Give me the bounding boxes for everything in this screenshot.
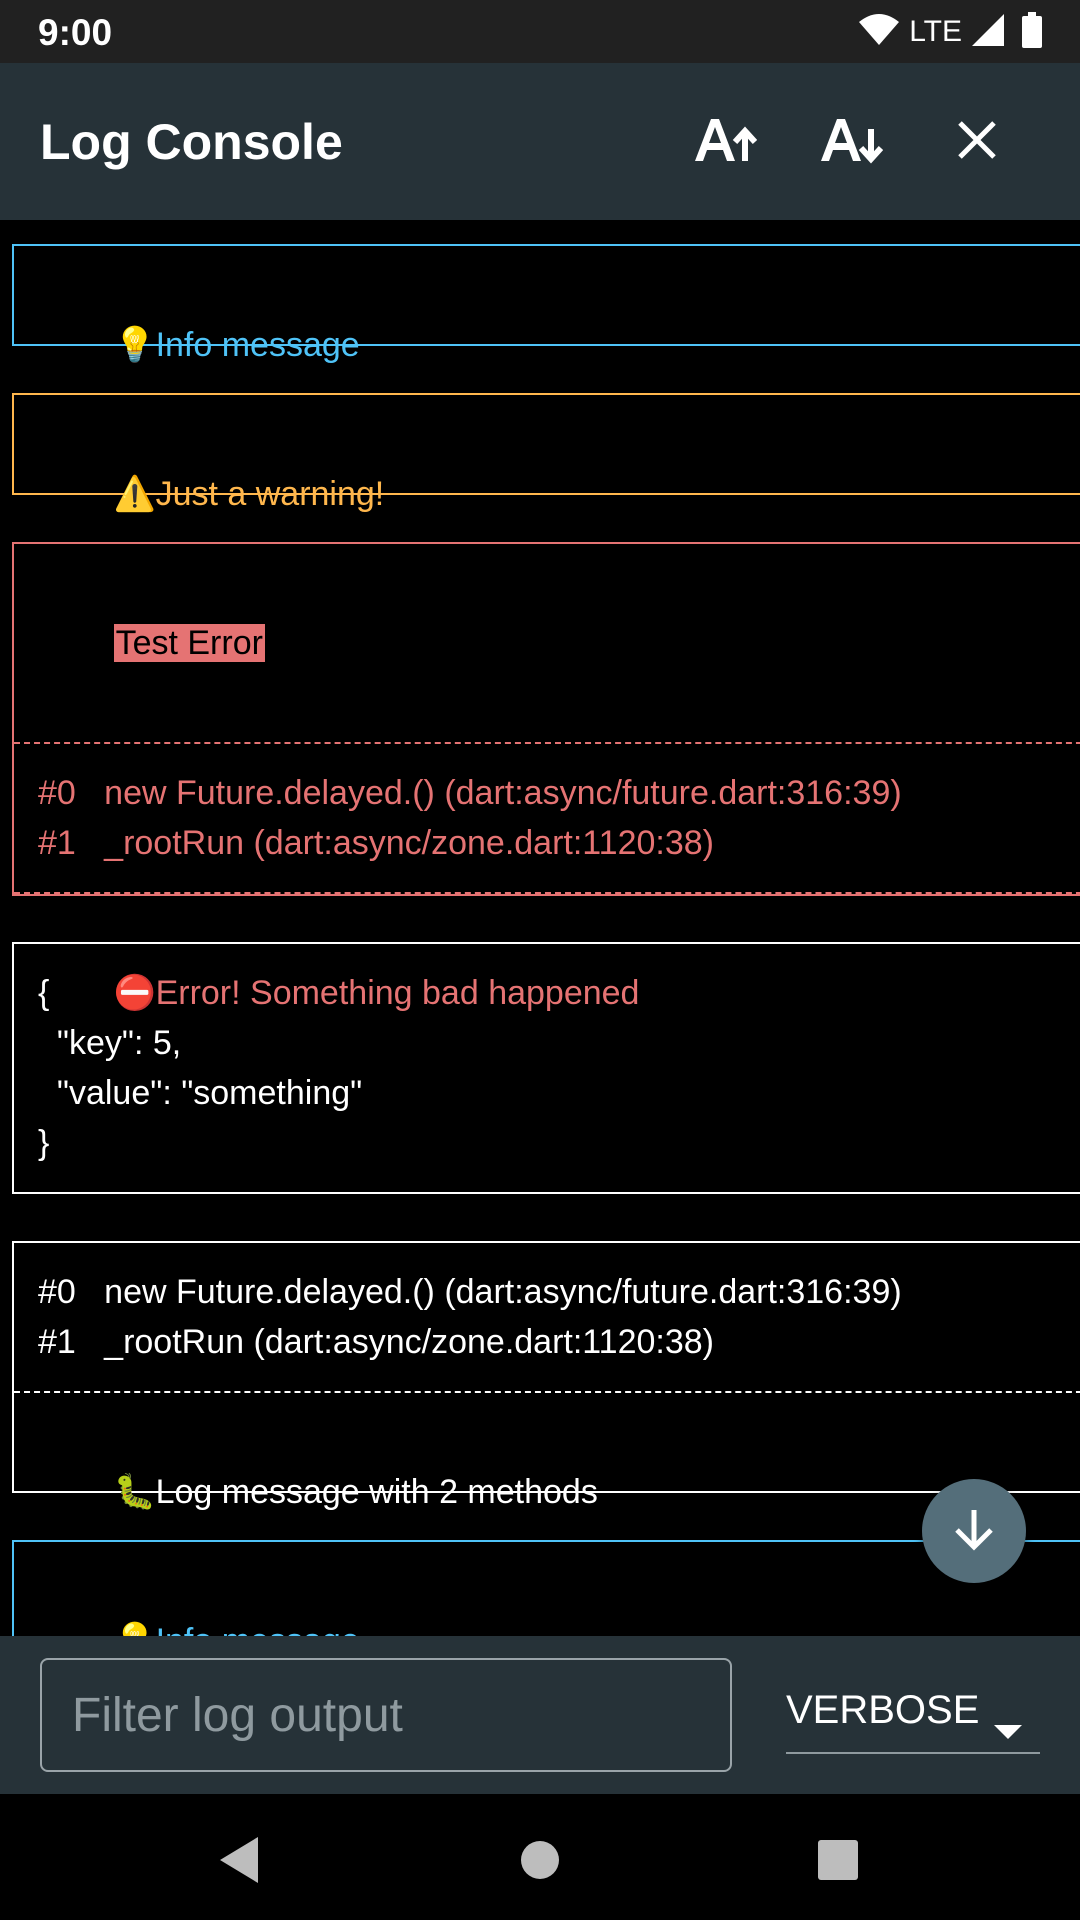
stack-line: #1 _rootRun (dart:async/zone.dart:1120:3… <box>38 824 714 862</box>
page-title: Log Console <box>40 114 343 170</box>
status-icons: LTE <box>859 11 1042 53</box>
stack-line: #0 new Future.delayed.() (dart:async/fut… <box>38 774 902 812</box>
log-message: Just a warning! <box>155 475 385 513</box>
recents-button[interactable] <box>808 1832 868 1892</box>
close-button[interactable] <box>940 105 1014 179</box>
home-icon <box>520 1840 560 1885</box>
font-increase-button[interactable] <box>688 105 762 179</box>
home-button[interactable] <box>510 1832 570 1892</box>
close-icon <box>957 120 997 165</box>
status-time: 9:00 <box>38 12 113 53</box>
dropdown-caret-icon <box>994 1706 1022 1751</box>
filter-bar: VERBOSE <box>0 1636 1080 1794</box>
system-nav-bar <box>0 1794 1080 1920</box>
filter-input[interactable] <box>40 1658 732 1772</box>
log-entry-error: Test Error #0 new Future.delayed.() (dar… <box>12 542 1080 1013</box>
json-line: } <box>38 1124 50 1162</box>
font-decrease-icon <box>819 115 884 170</box>
status-bar: 9:00 LTE <box>0 0 1080 63</box>
level-selected: VERBOSE <box>786 1688 980 1732</box>
log-entry-json: { "key": 5, "value": "something" } <box>12 942 1080 1194</box>
log-entry-warning: ⚠️Just a warning! <box>12 393 1080 514</box>
scroll-to-bottom-button[interactable] <box>922 1479 1026 1583</box>
log-message: Info message <box>155 326 360 364</box>
stack-line: #1 _rootRun (dart:async/zone.dart:1120:3… <box>38 1323 714 1361</box>
log-output[interactable]: 💡Info message ⚠️Just a warning! Test Err… <box>0 220 1080 1636</box>
back-button[interactable] <box>210 1832 270 1892</box>
network-label: LTE <box>909 15 962 48</box>
screen: 9:00 LTE Log Console 💡Info message ⚠️Jus… <box>0 0 1080 1920</box>
lightbulb-icon: 💡 <box>114 1616 156 1636</box>
app-bar: Log Console <box>0 63 1080 220</box>
recents-icon <box>817 1839 859 1886</box>
warning-icon: ⚠️ <box>113 474 156 514</box>
log-entry-info: 💡Info message <box>12 244 1080 365</box>
log-message: Log message with 2 methods <box>155 1473 598 1511</box>
level-dropdown[interactable]: VERBOSE <box>786 1676 1040 1754</box>
json-line: "key": 5, <box>38 1024 182 1062</box>
arrow-down-icon <box>951 1506 997 1557</box>
log-entry-debug: #0 new Future.delayed.() (dart:async/fut… <box>12 1241 1080 1512</box>
log-message: Info message <box>156 1622 360 1636</box>
font-increase-icon <box>693 115 758 170</box>
signal-icon <box>972 13 1004 51</box>
stack-line: #0 new Future.delayed.() (dart:async/fut… <box>38 1273 902 1311</box>
log-entry-info: 💡Info message <box>12 1540 1080 1636</box>
bug-icon: 🐛 <box>113 1472 156 1512</box>
error-title: Test Error <box>113 624 265 662</box>
json-line: { <box>38 974 50 1012</box>
font-decrease-button[interactable] <box>814 105 888 179</box>
back-icon <box>218 1835 262 1890</box>
json-line: "value": "something" <box>38 1074 363 1112</box>
battery-icon <box>1022 11 1042 53</box>
lightbulb-icon: 💡 <box>113 325 156 365</box>
wifi-icon <box>859 13 900 51</box>
